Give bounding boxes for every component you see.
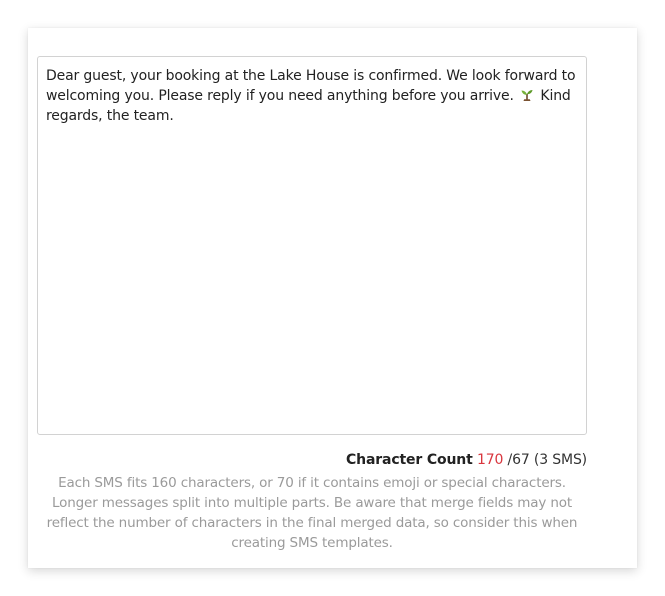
sms-composer-card: Dear guest, your booking at the Lake Hou… (28, 28, 637, 568)
character-count-value: 170 (476, 452, 504, 468)
character-count-label: Character Count (346, 452, 473, 468)
sprout-icon (521, 90, 533, 101)
character-counter: Character Count 170 /67 (3 SMS) (346, 451, 587, 469)
message-textarea[interactable]: Dear guest, your booking at the Lake Hou… (37, 56, 587, 435)
character-count-limit: /67 (3 SMS) (507, 452, 588, 468)
message-text-before: Dear guest, your booking at the Lake Hou… (46, 68, 580, 104)
sms-help-text: Each SMS fits 160 characters, or 70 if i… (46, 475, 578, 551)
